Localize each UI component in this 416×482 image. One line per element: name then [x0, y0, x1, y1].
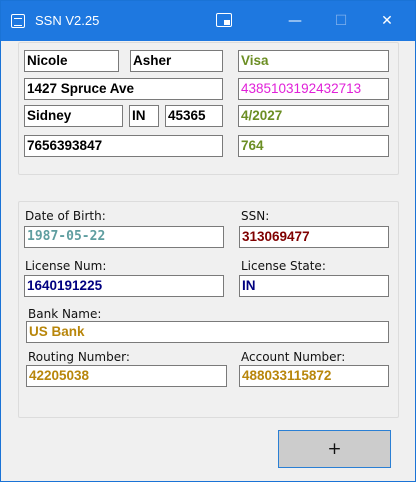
address-field[interactable]: 1427 Spruce Ave — [24, 78, 223, 100]
bank-name-field[interactable]: US Bank — [26, 321, 389, 343]
add-button[interactable]: + — [278, 430, 391, 468]
license-state-field[interactable]: IN — [239, 275, 389, 297]
app-window: SSN V2.25 — ☐ ✕ Nicole Asher Visa 1427 S… — [0, 0, 416, 482]
routing-field[interactable]: 42205038 — [26, 365, 227, 387]
license-num-label: License Num: — [25, 259, 107, 273]
ssn-label: SSN: — [241, 209, 270, 223]
phone-field[interactable]: 7656393847 — [24, 135, 223, 157]
card-number-field[interactable]: 4385103192432713 — [238, 78, 389, 100]
window-title: SSN V2.25 — [35, 13, 100, 28]
first-name-field[interactable]: Nicole — [24, 50, 119, 72]
bank-name-label: Bank Name: — [28, 307, 102, 321]
license-num-field[interactable]: 1640191225 — [24, 275, 224, 297]
zip-field[interactable]: 45365 — [165, 105, 223, 127]
card-cvv-field[interactable]: 764 — [238, 135, 389, 157]
account-label: Account Number: — [241, 350, 346, 364]
title-bar[interactable]: SSN V2.25 — ☐ ✕ — [1, 1, 415, 41]
ssn-field[interactable]: 313069477 — [239, 226, 389, 248]
minimize-button[interactable]: — — [272, 1, 318, 41]
maximize-button[interactable]: ☐ — [318, 1, 364, 41]
last-name-field[interactable]: Asher — [130, 50, 223, 72]
dob-field[interactable]: 1987-05-22 — [24, 226, 224, 248]
city-field[interactable]: Sidney — [24, 105, 123, 127]
card-expiry-field[interactable]: 4/2027 — [238, 105, 389, 127]
card-type-field[interactable]: Visa — [238, 50, 389, 72]
routing-label: Routing Number: — [28, 350, 130, 364]
state-field[interactable]: IN — [129, 105, 159, 127]
dob-label: Date of Birth: — [25, 209, 106, 223]
compact-view-icon[interactable] — [216, 13, 232, 27]
close-button[interactable]: ✕ — [364, 1, 410, 41]
account-field[interactable]: 488033115872 — [239, 365, 389, 387]
app-icon — [11, 14, 25, 28]
license-state-label: License State: — [241, 259, 326, 273]
